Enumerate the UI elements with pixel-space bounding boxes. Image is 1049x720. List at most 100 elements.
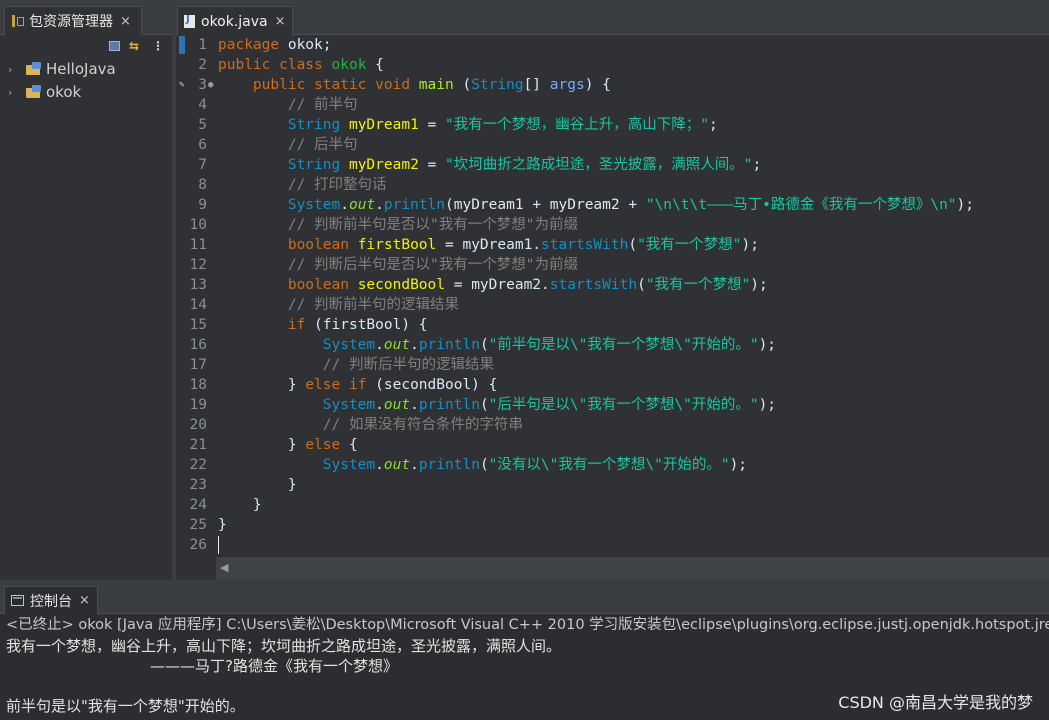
code-line: 4 // 前半句 [176,95,1049,115]
console-icon [11,595,24,606]
code-line: 7 String myDream2 = "坎坷曲折之路成坦途，圣光披露，满照人间… [176,155,1049,175]
code-line: 3 ✎ ● public static void main (String[] ar… [176,75,1049,95]
string-literal: "我有一个梦想" [645,277,751,293]
code-line: 17 // 判断后半句的逻辑结果 [176,355,1049,375]
line-number: 12 [189,257,207,273]
line-number: 14 [189,297,207,313]
string-literal: "没有以\"我有一个梦想\"开始的。" [488,457,730,473]
code-line: 9 System.out.println(myDream1 + myDream2… [176,195,1049,215]
package-explorer-toolbar: ⇆ ⋮ [0,36,172,56]
java-project-icon [26,85,42,99]
override-marker-icon[interactable]: ✎ [179,75,184,95]
line-number: 22 [189,457,207,473]
close-icon[interactable]: × [79,593,90,608]
line-number: 7 [198,157,207,173]
code-text-area[interactable]: 1 package okok; 2 public class okok { 3 ✎ ● … [176,35,1049,557]
chevron-right-icon[interactable]: › [8,86,20,99]
code-line: 14 // 判断前半句的逻辑结果 [176,295,1049,315]
code-line: 18 } else if (secondBool) { [176,375,1049,395]
line-number: 18 [189,377,207,393]
line-number: 16 [189,337,207,353]
java-project-icon [26,62,42,76]
code-line: 8 // 打印整句话 [176,175,1049,195]
line-number: 13 [189,277,207,293]
code-line: 11 boolean firstBool = myDream1.startsWi… [176,235,1049,255]
java-file-icon [184,14,195,28]
line-number: 24 [189,497,207,513]
string-literal: "我有一个梦想" [637,237,742,253]
line-number: 23 [189,477,207,493]
code-line: 13 boolean secondBool = myDream2.startsW… [176,275,1049,295]
code-line: 22 System.out.println("没有以\"我有一个梦想\"开始的。… [176,455,1049,475]
code-comment: // 判断前半句的逻辑结果 [287,297,460,313]
text-cursor [218,536,219,554]
fold-toggle-icon[interactable]: ● [208,75,213,95]
line-number: 21 [189,437,207,453]
tree-item-label: HelloJava [46,60,116,78]
collapse-all-icon[interactable] [106,39,122,53]
code-comment: // 判断前半句是否以"我有一个梦想"为前缀 [287,217,578,233]
string-literal: "\n\t\t———马丁•路德金《我有一个梦想》\n" [645,197,957,213]
code-line: 16 System.out.println("前半句是以\"我有一个梦想\"开始… [176,335,1049,355]
line-number: 2 [198,57,207,73]
console-output-line: ———马丁?路德金《我有一个梦想》 [150,657,398,675]
line-number: 19 [189,397,207,413]
string-literal: "前半句是以\"我有一个梦想\"开始的。" [488,337,759,353]
package-explorer-panel: 包资源管理器 × ⇆ ⋮ › HelloJava › okok [0,0,172,580]
console-status-line: <已终止> okok [Java 应用程序] C:\Users\姜松\Deskt… [6,617,1049,633]
code-comment: // 打印整句话 [287,177,387,193]
csdn-watermark: CSDN @南昌大学是我的梦 [838,693,1033,712]
line-number: 4 [198,97,207,113]
code-line: 15 if (firstBool) { [176,315,1049,335]
code-line: 12 // 判断后半句是否以"我有一个梦想"为前缀 [176,255,1049,275]
line-number: 9 [198,197,207,213]
package-explorer-tabbar: 包资源管理器 × [0,0,172,35]
code-line: 23 } [176,475,1049,495]
code-comment: // 判断后半句是否以"我有一个梦想"为前缀 [287,257,578,273]
code-line: 24 } [176,495,1049,515]
view-menu-icon[interactable]: ⋮ [150,39,166,53]
tab-okok-java-label: okok.java [201,13,268,30]
line-number: 15 [189,317,207,333]
tree-item-okok[interactable]: › okok [8,82,81,102]
line-number: 20 [189,417,207,433]
line-number: 25 [189,517,207,533]
package-explorer-icon [11,14,24,28]
line-number: 1 [198,37,207,53]
code-line: 2 public class okok { [176,55,1049,75]
code-line: 6 // 后半句 [176,135,1049,155]
code-line: 10 // 判断前半句是否以"我有一个梦想"为前缀 [176,215,1049,235]
line-number: 8 [198,177,207,193]
tab-package-explorer-label: 包资源管理器 [29,14,113,30]
line-number: 11 [189,237,207,253]
link-with-editor-icon[interactable]: ⇆ [126,39,142,53]
horizontal-scrollbar[interactable]: ◀ [216,557,1049,580]
tab-console[interactable]: 控制台 × [4,586,98,614]
console-panel: 控制台 × <已终止> okok [Java 应用程序] C:\Users\姜松… [0,584,1049,720]
tree-item-label: okok [46,83,82,101]
code-line: 5 String myDream1 = "我有一个梦想，幽谷上升，高山下降；"; [176,115,1049,135]
line-number: 6 [198,137,207,153]
code-comment: // 前半句 [287,97,358,113]
tab-console-label: 控制台 [30,593,72,610]
code-comment: // 判断后半句的逻辑结果 [322,357,494,373]
chevron-right-icon[interactable]: › [8,63,20,76]
console-tabbar: 控制台 × [0,584,1049,614]
tab-okok-java[interactable]: okok.java × [177,6,293,36]
tree-item-hellojava[interactable]: › HelloJava [8,59,116,79]
code-line: 20 // 如果没有符合条件的字符串 [176,415,1049,435]
console-output-line: 我有一个梦想，幽谷上升，高山下降；坎坷曲折之路成坦途，圣光披露，满照人间。 [6,637,562,655]
string-literal: "我有一个梦想，幽谷上升，高山下降；" [445,117,709,133]
tab-package-explorer[interactable]: 包资源管理器 × [4,6,142,35]
string-literal: "后半句是以\"我有一个梦想\"开始的。" [488,397,759,413]
scroll-left-icon[interactable]: ◀ [220,561,228,574]
close-icon[interactable]: × [120,14,131,29]
code-line: 25} [176,515,1049,535]
string-literal: "坎坷曲折之路成坦途，圣光披露，满照人间。" [445,157,753,173]
line-number: 10 [189,217,207,233]
console-output-line: 前半句是以"我有一个梦想"开始的。 [6,697,245,715]
code-line: 21 } else { [176,435,1049,455]
close-icon[interactable]: × [275,14,286,29]
code-line: 19 System.out.println("后半句是以\"我有一个梦想\"开始… [176,395,1049,415]
code-comment: // 后半句 [287,137,358,153]
